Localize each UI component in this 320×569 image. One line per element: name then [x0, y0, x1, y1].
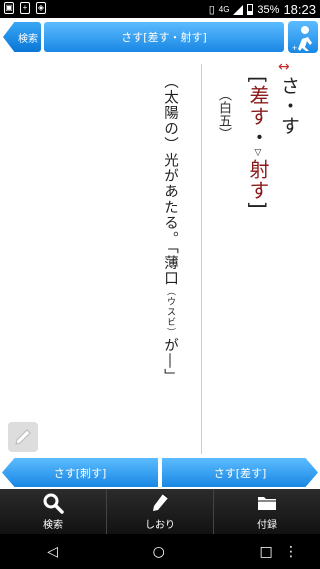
conjugation-tag: （白五）	[216, 88, 231, 140]
more-icon[interactable]: ⋮	[284, 544, 298, 560]
entry-navigation: さす[刺す] さす[差す]	[0, 456, 320, 489]
separator-dot: ・	[246, 126, 270, 148]
back-icon[interactable]: ◁	[47, 544, 58, 560]
home-icon[interactable]: ○	[153, 544, 165, 560]
definition-ruby: （ウスビ）	[165, 286, 175, 338]
prev-entry-button[interactable]: さす[刺す]	[2, 458, 158, 487]
tab-bookmark[interactable]: しおり	[107, 489, 214, 534]
battery-icon	[247, 4, 254, 15]
battery-percent: 35%	[257, 3, 280, 16]
definition-part-2: が―」	[162, 337, 178, 385]
bracket-open: [	[246, 76, 270, 85]
definition-part-1: （太陽の）光があたる。「薄口	[162, 74, 178, 287]
network-label: 4G	[218, 5, 230, 14]
recents-icon[interactable]: □	[259, 544, 272, 560]
top-toolbar: 検索 さす[差す・射す] +	[0, 18, 320, 56]
headword-kanji: [差す・▽射す]	[244, 76, 273, 210]
history-icon[interactable]: +	[288, 21, 318, 53]
bottom-tab-bar: 検索 しおり 付録	[0, 489, 320, 534]
tab-bookmark-label: しおり	[145, 520, 175, 531]
search-icon	[43, 493, 64, 514]
tab-appendix-label: 付録	[257, 520, 277, 531]
definition-text: （太陽の）光があたる。「薄口（ウスビ）が―」	[160, 74, 181, 385]
svg-text:+: +	[292, 43, 297, 53]
signal-icon	[233, 4, 244, 15]
tab-search-label: 検索	[43, 520, 63, 531]
vibrate-icon: ▯	[208, 4, 215, 16]
system-navigation-bar: ◁ ○ □ ⋮	[0, 534, 320, 569]
folder-icon	[258, 497, 276, 510]
kanji-sasu: 差す	[246, 84, 270, 127]
headword-reading: さ・す	[278, 76, 300, 136]
pencil-icon[interactable]	[8, 422, 38, 452]
clock: 18:23	[283, 2, 316, 17]
search-back-button[interactable]: 検索	[3, 22, 41, 52]
shield-icon: ◈	[36, 2, 46, 14]
entry-title: さす[差す・射す]	[44, 22, 284, 52]
kanji-sasu-2: 射す	[246, 158, 270, 201]
dictionary-content: ↔ さ・す [差す・▽射す] （白五） （太陽の）光があたる。「薄口（ウスビ）が…	[0, 56, 320, 456]
arrow-mark: ↔	[278, 59, 290, 75]
bookmark-pen-icon	[153, 493, 169, 511]
tab-appendix[interactable]: 付録	[214, 489, 320, 534]
column-divider	[201, 64, 202, 454]
tab-search[interactable]: 検索	[0, 489, 107, 534]
next-entry-button[interactable]: さす[差す]	[162, 458, 318, 487]
status-bar: ▣ + ◈ ▯ 4G 35% 18:23	[0, 0, 320, 18]
download-icon: +	[20, 2, 30, 14]
bracket-close: ]	[246, 200, 270, 210]
sup-mark: ▽	[253, 147, 263, 159]
notification-icon: ▣	[4, 2, 14, 14]
